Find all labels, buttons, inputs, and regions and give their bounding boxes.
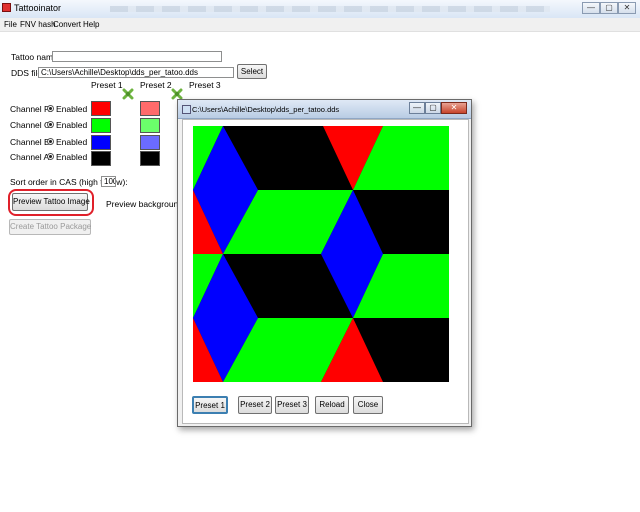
maximize-button[interactable]: ▢	[600, 2, 618, 14]
menu-convert[interactable]: Convert	[53, 20, 81, 29]
channel-g-radio[interactable]	[47, 121, 54, 128]
tattoo-name-input[interactable]	[52, 51, 222, 62]
channel-a-enabled: Enabled	[56, 152, 88, 162]
menu-file[interactable]: File	[4, 20, 17, 29]
preview-dialog: C:\Users\Achille\Desktop\dds_per_tatoo.d…	[177, 99, 472, 427]
dialog-close-button[interactable]: ✕	[441, 102, 467, 114]
dialog-maximize-button[interactable]: ▢	[425, 102, 441, 114]
dialog-title-bar: C:\Users\Achille\Desktop\dds_per_tatoo.d…	[178, 100, 471, 119]
preset3-label: Preset 3	[189, 80, 221, 90]
sort-order-input[interactable]: 100	[101, 176, 116, 187]
dialog-preset1-button[interactable]: Preset 1	[192, 396, 228, 414]
main-title-bar: Tattooinator — ▢ ✕	[0, 0, 640, 19]
channel-g-enabled: Enabled	[56, 120, 88, 130]
menu-help[interactable]: Help	[83, 20, 99, 29]
channel-b-swatch-preset1[interactable]	[91, 135, 111, 150]
blurred-taskbar-strip	[110, 6, 550, 12]
dds-file-input[interactable]: C:\Users\Achille\Desktop\dds_per_tatoo.d…	[38, 67, 234, 78]
channel-a-swatch-preset1[interactable]	[91, 151, 111, 166]
dialog-reload-button[interactable]: Reload	[315, 396, 349, 414]
channel-g-swatch-preset1[interactable]	[91, 118, 111, 133]
channel-b-radio[interactable]	[47, 138, 54, 145]
select-button[interactable]: Select	[237, 64, 267, 79]
channel-r-enabled: Enabled	[56, 104, 88, 114]
create-package-button: Create Tattoo Package	[9, 219, 91, 235]
dialog-minimize-button[interactable]: —	[409, 102, 425, 114]
channel-r-swatch-preset1[interactable]	[91, 101, 111, 116]
gear-icon[interactable]	[122, 88, 134, 100]
channel-b-label: Channel B:	[10, 137, 53, 147]
dialog-preset2-button[interactable]: Preset 2	[238, 396, 272, 414]
menu-fnv-hash[interactable]: FNV hash	[20, 20, 56, 29]
channel-a-swatch-preset2[interactable]	[140, 151, 160, 166]
preset1-label: Preset 1	[91, 80, 123, 90]
dialog-app-icon	[182, 105, 191, 114]
channel-a-radio[interactable]	[47, 153, 54, 160]
window-controls: — ▢ ✕	[582, 2, 636, 15]
window-title: Tattooinator	[14, 3, 62, 13]
tattoo-preview-image	[193, 126, 449, 382]
dialog-window-controls: — ▢ ✕	[409, 102, 467, 114]
channel-b-enabled: Enabled	[56, 137, 88, 147]
dialog-preset3-button[interactable]: Preset 3	[275, 396, 309, 414]
preset2-label: Preset 2	[140, 80, 172, 90]
highlight-annotation	[8, 189, 94, 216]
dialog-title: C:\Users\Achille\Desktop\dds_per_tatoo.d…	[192, 105, 340, 114]
channel-a-label: Channel A:	[10, 152, 52, 162]
minimize-button[interactable]: —	[582, 2, 600, 14]
channel-b-swatch-preset2[interactable]	[140, 135, 160, 150]
close-button[interactable]: ✕	[618, 2, 636, 14]
channel-r-radio[interactable]	[47, 105, 54, 112]
dialog-close-action-button[interactable]: Close	[353, 396, 383, 414]
channel-r-swatch-preset2[interactable]	[140, 101, 160, 116]
dialog-body	[182, 119, 469, 424]
channel-g-swatch-preset2[interactable]	[140, 118, 160, 133]
app-icon	[2, 3, 11, 12]
